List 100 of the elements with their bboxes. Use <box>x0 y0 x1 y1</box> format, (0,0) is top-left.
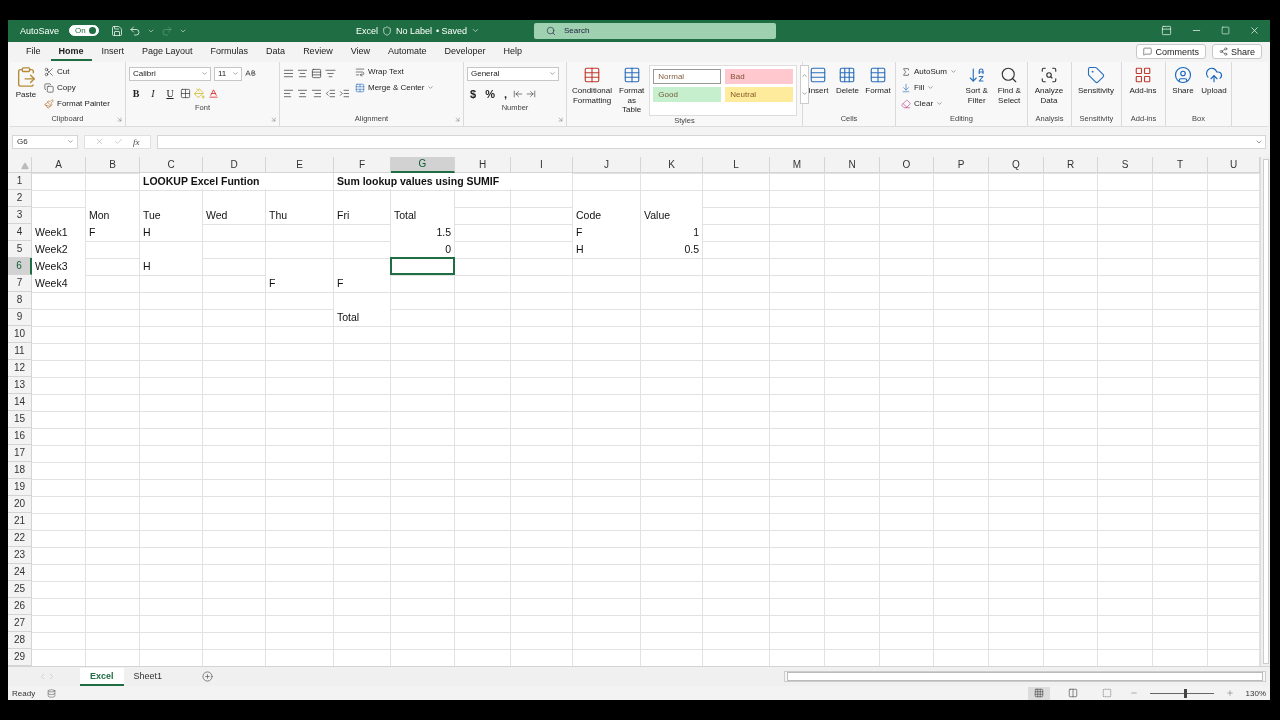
merge-center-button[interactable]: Merge & Center <box>353 80 437 95</box>
cancel-icon[interactable] <box>95 137 104 147</box>
fill-down-icon[interactable] <box>901 82 911 93</box>
up-icon[interactable] <box>801 71 809 79</box>
menu-tab[interactable]: View <box>342 42 378 61</box>
table-icon[interactable] <box>622 65 641 84</box>
paste-button[interactable]: Paste <box>13 64 39 114</box>
borders-icon[interactable] <box>180 88 191 100</box>
column-header[interactable]: K <box>641 156 703 173</box>
increase-decimal-icon[interactable] <box>512 88 523 99</box>
underline-button[interactable]: U <box>163 86 177 101</box>
cell-style[interactable]: Normal <box>653 68 722 84</box>
format-as-table-button[interactable]: Format as Table <box>617 64 647 116</box>
clear-button[interactable]: Clear <box>899 96 959 111</box>
cloud-upload-icon[interactable] <box>1205 65 1223 84</box>
table-icon[interactable] <box>809 65 828 84</box>
caret-icon[interactable] <box>201 70 208 78</box>
save-icon[interactable] <box>110 25 123 37</box>
decrease-indent-icon[interactable] <box>325 88 336 100</box>
caret-icon[interactable] <box>549 70 556 78</box>
paintbrush-icon[interactable] <box>44 98 54 109</box>
shield-icon[interactable] <box>381 26 392 36</box>
menu-tab[interactable]: Data <box>258 42 294 61</box>
cell-style[interactable]: Bad <box>725 68 794 84</box>
dialog-launcher-icon[interactable] <box>116 115 123 123</box>
menu-tab[interactable]: Home <box>50 42 92 61</box>
menu-tab[interactable]: Automate <box>380 42 435 61</box>
dialog-launcher-icon[interactable] <box>454 115 461 123</box>
clipboard-icon[interactable] <box>15 65 37 88</box>
zoom-thumb[interactable] <box>1183 688 1187 698</box>
caret-icon[interactable] <box>146 27 155 35</box>
scissors-icon[interactable] <box>44 66 54 77</box>
decrease-decimal-icon[interactable] <box>525 88 536 99</box>
bold-button[interactable]: B <box>129 86 143 101</box>
menu-tab[interactable]: File <box>18 42 49 61</box>
table-icon[interactable] <box>838 65 857 84</box>
column-header[interactable]: L <box>703 156 770 173</box>
increase-indent-icon[interactable] <box>339 88 350 100</box>
sensitivity-label[interactable]: No Label <box>395 26 432 36</box>
column-header[interactable]: N <box>825 156 880 173</box>
eraser-icon[interactable] <box>901 98 911 109</box>
cut-button[interactable]: Cut <box>42 64 112 79</box>
column-header[interactable]: F <box>334 156 391 173</box>
selected-cell[interactable] <box>390 256 455 275</box>
menu-tab[interactable]: Help <box>495 42 531 61</box>
zoom-in-icon[interactable] <box>1225 689 1234 697</box>
horizontal-scrollbar[interactable] <box>784 671 1266 683</box>
menu-tab[interactable]: Insert <box>93 42 133 61</box>
caret-icon[interactable] <box>178 27 187 35</box>
column-header[interactable]: S <box>1098 156 1153 173</box>
chart-search-icon[interactable] <box>1040 65 1058 84</box>
menu-tab[interactable]: Review <box>295 42 341 61</box>
italic-button[interactable]: I <box>146 86 160 101</box>
column-header[interactable]: A <box>32 156 86 173</box>
cell-style[interactable]: Good <box>653 86 722 102</box>
sheet-tab[interactable]: Sheet1 <box>123 667 173 686</box>
formula-field[interactable] <box>156 134 1266 149</box>
search-icon[interactable] <box>1000 65 1019 84</box>
currency-button[interactable]: $ <box>467 85 480 102</box>
table-icon[interactable] <box>869 65 887 84</box>
insert-function-button[interactable]: fx <box>133 136 140 147</box>
caret-icon[interactable] <box>949 68 957 76</box>
cells-button[interactable]: Delete <box>833 64 861 114</box>
select-all-icon[interactable] <box>21 161 29 170</box>
column-header[interactable]: P <box>934 156 989 173</box>
sensitivity-button[interactable]: Sensitivity <box>1075 64 1117 114</box>
tag-icon[interactable] <box>1087 65 1105 84</box>
fill-color-icon[interactable] <box>194 88 205 100</box>
column-header[interactable]: G <box>391 156 455 173</box>
box-share-button[interactable]: Share <box>1169 64 1197 114</box>
sheet-tab[interactable]: Excel <box>80 667 124 686</box>
fill-button[interactable]: Fill <box>899 80 959 95</box>
vertical-scrollbar[interactable] <box>1260 156 1270 667</box>
font-color-icon[interactable] <box>208 88 219 100</box>
sort-icon[interactable] <box>967 65 986 84</box>
find-select-button[interactable]: Find & Select <box>994 64 1024 114</box>
format-painter-button[interactable]: Format Painter <box>42 96 112 111</box>
percent-button[interactable]: % <box>482 85 498 102</box>
caret-icon[interactable] <box>67 138 74 146</box>
dialog-launcher-icon[interactable] <box>557 115 564 123</box>
close-icon[interactable] <box>1249 25 1260 37</box>
comment-icon[interactable] <box>1143 47 1153 57</box>
column-header[interactable]: H <box>455 156 511 173</box>
dialog-launcher-icon[interactable] <box>270 115 277 123</box>
align-bottom-icon[interactable] <box>311 68 322 80</box>
view-button[interactable] <box>1027 686 1050 700</box>
analyze-data-button[interactable]: Analyze Data <box>1031 64 1067 114</box>
align-middle-icon[interactable] <box>297 68 308 80</box>
grid-icon[interactable] <box>1134 65 1152 84</box>
column-header[interactable]: Q <box>989 156 1044 173</box>
wrap-text-button[interactable]: Wrap Text <box>353 64 437 79</box>
column-header[interactable]: O <box>880 156 934 173</box>
column-header[interactable]: D <box>203 156 266 173</box>
column-header[interactable]: T <box>1153 156 1208 173</box>
comments-button[interactable]: Comments <box>1136 44 1206 60</box>
sort-filter-button[interactable]: Sort & Filter <box>961 64 992 114</box>
autosave-toggle[interactable]: On <box>69 25 99 37</box>
column-header[interactable]: J <box>573 156 641 173</box>
table-icon[interactable] <box>583 65 601 84</box>
restore-icon[interactable] <box>1221 26 1230 36</box>
